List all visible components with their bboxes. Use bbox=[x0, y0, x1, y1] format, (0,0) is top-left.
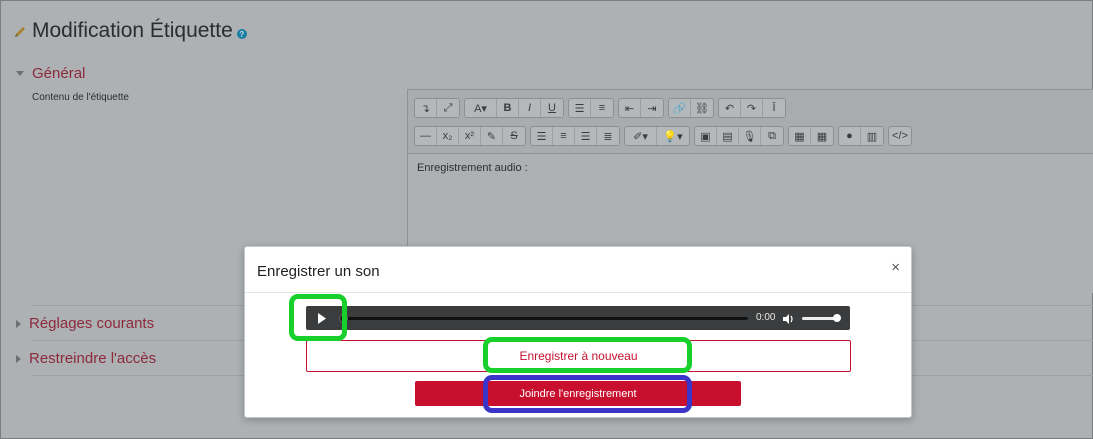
toolbar-group: ▦ ▦ bbox=[788, 126, 834, 146]
italic-icon[interactable]: I bbox=[519, 99, 541, 117]
time-display: 0:00 bbox=[756, 312, 776, 323]
fullscreen-icon[interactable]: ⤢ bbox=[437, 99, 459, 117]
toolbar-row-2: — x₂ x² ✎ S ☰ ≡ ☰ ≣ ✐▾ 💡▾ ▣ ▤ 🎙 ⧉ ▦ ▦ ● ▥ </> bbox=[414, 126, 912, 146]
dialog-divider bbox=[245, 292, 911, 293]
copy-icon[interactable]: ⧉ bbox=[761, 127, 783, 145]
close-icon[interactable]: × bbox=[891, 259, 900, 276]
toolbar-group: ☰ ≡ bbox=[568, 98, 614, 118]
clear-format-icon[interactable]: Ī bbox=[763, 99, 785, 117]
audio-player[interactable]: 0:00 bbox=[306, 306, 850, 330]
ordered-list-icon[interactable]: ≡ bbox=[591, 99, 613, 117]
toolbar-group: ↶ ↷ Ī bbox=[718, 98, 786, 118]
calculator-icon[interactable]: ▦ bbox=[789, 127, 811, 145]
caret-down-icon bbox=[16, 71, 24, 76]
pencil-icon bbox=[14, 24, 28, 38]
volume-handle[interactable] bbox=[833, 314, 841, 322]
help-icon[interactable]: ? bbox=[236, 29, 247, 39]
toolbar-group: — x₂ x² ✎ S bbox=[414, 126, 526, 146]
seek-bar[interactable] bbox=[339, 314, 748, 323]
toolbar-group: ↴ ⤢ bbox=[414, 98, 460, 118]
strikethrough-icon[interactable]: S bbox=[503, 127, 525, 145]
indent-arrow-icon[interactable]: ↴ bbox=[415, 99, 437, 117]
toolbar-row-1: ↴ ⤢ A▾ B I U ☰ ≡ ⇤ ⇥ 🔗 ⛓ ↶ ↷ Ī bbox=[414, 98, 786, 118]
html-code-icon[interactable]: </> bbox=[889, 127, 911, 145]
highlight-attach bbox=[483, 375, 692, 413]
section-general[interactable]: Général bbox=[16, 65, 85, 82]
accessibility-icon[interactable]: ● bbox=[839, 127, 861, 145]
toolbar-group: ● ▥ bbox=[838, 126, 884, 146]
content-label: Contenu de l'étiquette bbox=[32, 92, 129, 103]
redo-icon[interactable]: ↷ bbox=[741, 99, 763, 117]
volume-slider[interactable] bbox=[802, 314, 841, 322]
bold-icon[interactable]: B bbox=[497, 99, 519, 117]
section-common-label[interactable]: Réglages courants bbox=[29, 315, 154, 332]
editor-content-text: Enregistrement audio : bbox=[417, 162, 528, 174]
unlink-icon[interactable]: ⛓ bbox=[691, 99, 713, 117]
subscript-icon[interactable]: x₂ bbox=[437, 127, 459, 145]
grid-icon[interactable]: ▥ bbox=[861, 127, 883, 145]
section-common[interactable]: Réglages courants bbox=[16, 315, 154, 332]
page-title: Modification Étiquette bbox=[32, 19, 233, 42]
volume-icon[interactable] bbox=[782, 312, 794, 324]
toolbar-group: A▾ B I U bbox=[464, 98, 564, 118]
brush-icon[interactable]: ✐▾ bbox=[625, 127, 657, 145]
outdent-icon[interactable]: ⇤ bbox=[619, 99, 641, 117]
align-justify-icon[interactable]: ≣ bbox=[597, 127, 619, 145]
toolbar-group: ☰ ≡ ☰ ≣ bbox=[530, 126, 620, 146]
font-style-icon[interactable]: A▾ bbox=[465, 99, 497, 117]
media-icon[interactable]: ▤ bbox=[717, 127, 739, 145]
align-center-icon[interactable]: ≡ bbox=[553, 127, 575, 145]
highlight-play bbox=[289, 294, 347, 341]
section-restrict-label[interactable]: Restreindre l'accès bbox=[29, 350, 156, 367]
toolbar-group: ▣ ▤ 🎙 ⧉ bbox=[694, 126, 784, 146]
image-icon[interactable]: ▣ bbox=[695, 127, 717, 145]
section-restrict[interactable]: Restreindre l'accès bbox=[16, 350, 156, 367]
toolbar-group: 🔗 ⛓ bbox=[668, 98, 714, 118]
align-left-icon[interactable]: ☰ bbox=[531, 127, 553, 145]
lightbulb-icon[interactable]: 💡▾ bbox=[657, 127, 689, 145]
toolbar-group: ✐▾ 💡▾ bbox=[624, 126, 690, 146]
horizontal-rule-icon[interactable]: — bbox=[415, 127, 437, 145]
caret-right-icon bbox=[16, 319, 21, 328]
highlight-rerecord bbox=[483, 337, 692, 373]
unordered-list-icon[interactable]: ☰ bbox=[569, 99, 591, 117]
toolbar-group: </> bbox=[888, 126, 912, 146]
superscript-icon[interactable]: x² bbox=[459, 127, 481, 145]
edit-icon[interactable]: ✎ bbox=[481, 127, 503, 145]
link-icon[interactable]: 🔗 bbox=[669, 99, 691, 117]
dialog-title: Enregistrer un son bbox=[257, 263, 380, 280]
undo-icon[interactable]: ↶ bbox=[719, 99, 741, 117]
section-general-label[interactable]: Général bbox=[32, 65, 85, 82]
align-right-icon[interactable]: ☰ bbox=[575, 127, 597, 145]
page-header: Modification Étiquette ? bbox=[14, 16, 247, 46]
indent-icon[interactable]: ⇥ bbox=[641, 99, 663, 117]
caret-right-icon bbox=[16, 354, 21, 363]
table-icon[interactable]: ▦ bbox=[811, 127, 833, 145]
underline-icon[interactable]: U bbox=[541, 99, 563, 117]
toolbar-group: ⇤ ⇥ bbox=[618, 98, 664, 118]
microphone-icon[interactable]: 🎙 bbox=[739, 127, 761, 145]
